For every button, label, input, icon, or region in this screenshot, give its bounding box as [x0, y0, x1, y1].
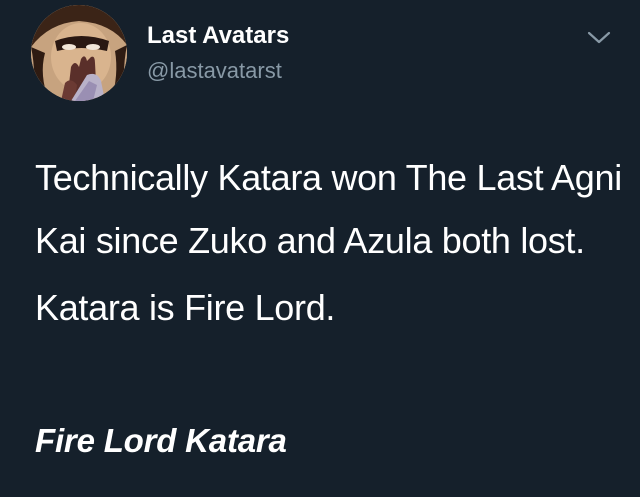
avatar-image: [31, 5, 127, 101]
user-handle[interactable]: @lastavatarst: [147, 58, 282, 84]
tweet-card: Last Avatars @lastavatarst Technically K…: [0, 0, 640, 497]
tweet-text: Technically Katara won The Last Agni Kai…: [35, 146, 625, 339]
image-caption: Fire Lord Katara: [35, 422, 287, 459]
chevron-down-icon[interactable]: [586, 27, 612, 47]
tweet-paragraph: Technically Katara won The Last Agni Kai…: [35, 157, 622, 261]
display-name[interactable]: Last Avatars: [147, 22, 289, 50]
tweet-paragraph: Katara is Fire Lord.: [35, 287, 336, 328]
avatar[interactable]: [31, 5, 127, 101]
